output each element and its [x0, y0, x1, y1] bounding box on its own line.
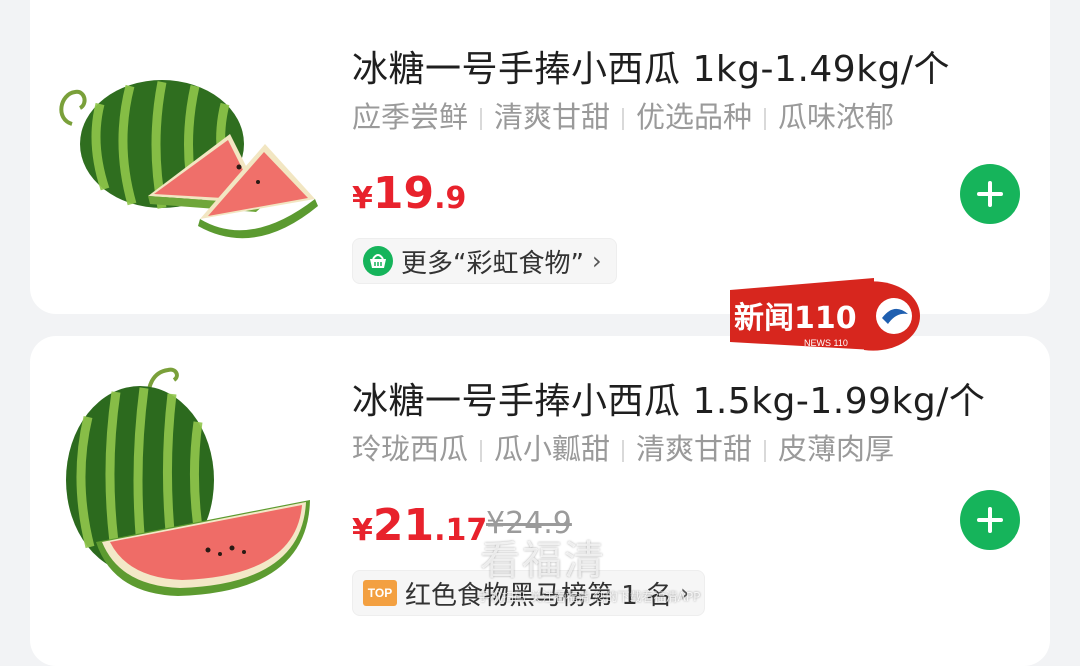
- tag: 皮薄肉厚: [778, 432, 895, 466]
- product-tags: 应季尝鲜 清爽甘甜 优选品种 瓜味浓郁: [352, 94, 894, 136]
- tag-divider: [764, 440, 767, 462]
- chip-label: 更多“彩虹食物”: [401, 248, 584, 279]
- product-card[interactable]: 冰糖一号手捧小西瓜 1.5kg-1.99kg/个 玲珑西瓜 瓜小瓤甜 清爽甘甜 皮薄肉…: [30, 336, 1050, 666]
- currency-symbol: ¥: [352, 513, 373, 548]
- watermelon-slices-image: [59, 80, 318, 239]
- product-tags: 玲珑西瓜 瓜小瓤甜 清爽甘甜 皮薄肉厚: [352, 426, 894, 468]
- svg-text:新闻110: 新闻110: [734, 301, 857, 336]
- tag: 清爽甘甜: [494, 100, 611, 134]
- top-badge-icon: TOP: [363, 580, 397, 606]
- add-to-cart-button[interactable]: [960, 490, 1020, 550]
- tag: 玲珑西瓜: [352, 432, 469, 466]
- watermark-subtext: 手机扫码 关注看福清 您的下载看福清APP: [478, 590, 701, 604]
- watermelon-wedge-image: [66, 367, 310, 596]
- product-title[interactable]: 冰糖一号手捧小西瓜 1.5kg-1.99kg/个: [352, 372, 985, 424]
- watermark: 看福清: [480, 538, 606, 584]
- tag-divider: [480, 440, 483, 462]
- tag: 优选品种: [636, 100, 753, 134]
- tag-divider: [622, 108, 625, 130]
- chevron-right-icon: ›: [591, 247, 602, 275]
- price-decimal: .9: [434, 181, 467, 216]
- tag-divider: [622, 440, 625, 462]
- basket-icon: [363, 246, 393, 276]
- price-integer: 19: [372, 168, 435, 219]
- price: ¥19.9: [352, 168, 466, 219]
- product-title[interactable]: 冰糖一号手捧小西瓜 1kg-1.49kg/个: [352, 40, 950, 92]
- news110-logo: 新闻110 NEWS 110: [730, 278, 920, 351]
- tag-divider: [480, 108, 483, 130]
- plus-icon: [977, 181, 1003, 207]
- tag-divider: [764, 108, 767, 130]
- product-card[interactable]: 冰糖一号手捧小西瓜 1kg-1.49kg/个 应季尝鲜 清爽甘甜 优选品种 瓜味浓郁 …: [30, 0, 1050, 314]
- svg-text:NEWS 110: NEWS 110: [804, 338, 848, 348]
- add-to-cart-button[interactable]: [960, 164, 1020, 224]
- more-rainbow-food-link[interactable]: 更多“彩虹食物” ›: [352, 238, 617, 284]
- price: ¥21.17: [352, 500, 487, 551]
- tag: 瓜小瓤甜: [494, 432, 611, 466]
- tag: 清爽甘甜: [636, 432, 753, 466]
- plus-icon: [977, 507, 1003, 533]
- tag: 应季尝鲜: [352, 100, 469, 134]
- tag: 瓜味浓郁: [778, 100, 895, 134]
- currency-symbol: ¥: [352, 181, 373, 216]
- price-integer: 21: [372, 500, 435, 551]
